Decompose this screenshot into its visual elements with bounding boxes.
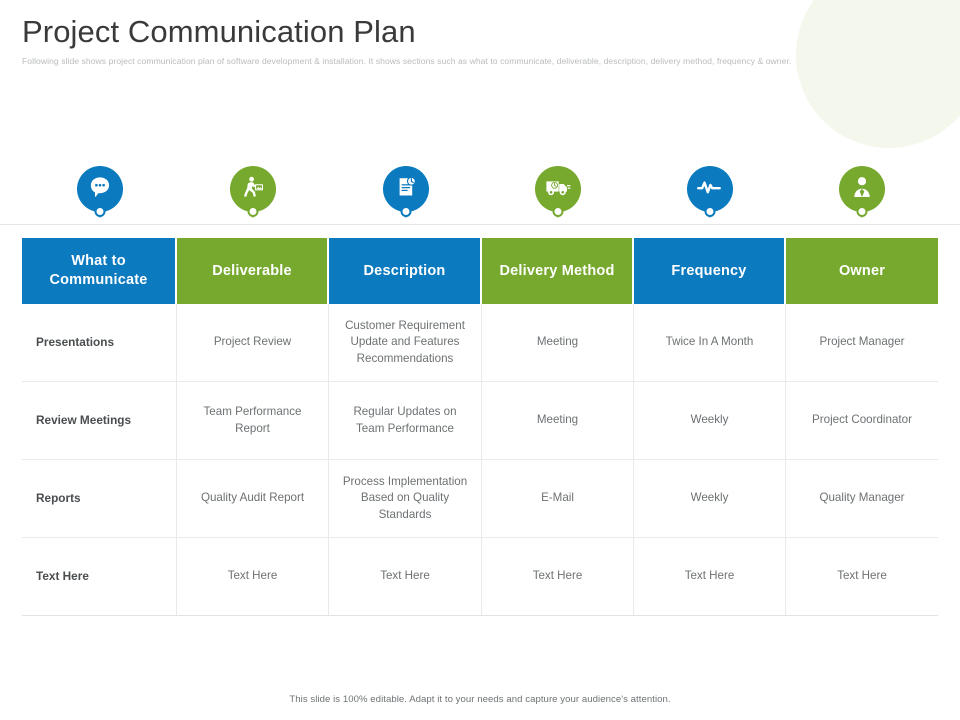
footer-note: This slide is 100% editable. Adapt it to… [289,694,671,705]
pin-description[interactable] [382,166,429,217]
speech-bubble-icon [87,174,113,205]
column-header-description[interactable]: Description [329,238,482,304]
pin-cell-frequency [634,166,786,228]
cell-frequency[interactable]: Twice In A Month [634,304,786,382]
table-row: Review Meetings Team Performance Report … [22,382,938,460]
column-header-frequency[interactable]: Frequency [634,238,786,304]
pin-what-to-communicate[interactable] [76,166,123,217]
pin-frequency[interactable] [687,166,733,217]
pin-anchor-dot [400,206,411,217]
table-row: Text Here Text Here Text Here Text Here … [22,538,938,616]
cell-delivery-method[interactable]: Meeting [482,304,634,382]
pin-cell-deliverable [177,166,329,228]
cell-owner[interactable]: Text Here [786,538,938,616]
cell-what-to-communicate[interactable]: Presentations [22,304,177,382]
delivery-truck-icon [544,173,572,206]
cell-description[interactable]: Regular Updates on Team Performance [329,382,482,460]
table-header-row: What to Communicate Deliverable Descript… [22,238,938,304]
delivery-person-icon [240,174,266,205]
cell-deliverable[interactable]: Team Performance Report [177,382,329,460]
pin-anchor-dot [247,206,259,217]
cell-frequency[interactable]: Weekly [634,460,786,538]
pulse-heartbeat-icon [696,175,724,204]
page-subtitle: Following slide shows project communicat… [22,55,792,66]
column-header-owner[interactable]: Owner [786,238,938,304]
column-header-delivery-method[interactable]: Delivery Method [482,238,634,304]
pin-cell-what-to-communicate [22,166,177,228]
table-row: Presentations Project Review Customer Re… [22,304,938,382]
column-header-what-to-communicate[interactable]: What to Communicate [22,238,177,304]
cell-description[interactable]: Text Here [329,538,482,616]
cell-delivery-method[interactable]: Meeting [482,382,634,460]
pin-anchor-dot [856,206,868,217]
pin-deliverable[interactable] [230,166,276,217]
pin-owner[interactable] [839,166,885,217]
cell-owner[interactable]: Project Manager [786,304,938,382]
pin-cell-delivery-method [482,166,634,228]
cell-delivery-method[interactable]: E-Mail [482,460,634,538]
document-clock-icon [393,174,419,205]
pin-delivery-method[interactable] [535,166,581,217]
business-person-icon [850,174,874,205]
column-header-deliverable[interactable]: Deliverable [177,238,329,304]
pin-anchor-dot [94,206,105,217]
cell-deliverable[interactable]: Text Here [177,538,329,616]
pin-anchor-dot [552,206,564,217]
cell-description[interactable]: Process Implementation Based on Quality … [329,460,482,538]
cell-owner[interactable]: Quality Manager [786,460,938,538]
cell-what-to-communicate[interactable]: Text Here [22,538,177,616]
cell-frequency[interactable]: Weekly [634,382,786,460]
cell-description[interactable]: Customer Requirement Update and Features… [329,304,482,382]
communication-plan-table-wrapper: What to Communicate Deliverable Descript… [22,238,938,616]
slide-canvas: Project Communication Plan Following sli… [0,0,960,720]
page-title: Project Communication Plan [22,14,416,49]
cell-delivery-method[interactable]: Text Here [482,538,634,616]
cell-frequency[interactable]: Text Here [634,538,786,616]
pin-cell-owner [786,166,938,228]
cell-owner[interactable]: Project Coordinator [786,382,938,460]
cell-deliverable[interactable]: Project Review [177,304,329,382]
pin-cell-description [329,166,482,228]
cell-deliverable[interactable]: Quality Audit Report [177,460,329,538]
cell-what-to-communicate[interactable]: Reports [22,460,177,538]
cell-what-to-communicate[interactable]: Review Meetings [22,382,177,460]
icon-pin-row [22,166,938,228]
communication-plan-table: What to Communicate Deliverable Descript… [22,238,938,616]
pin-anchor-dot [704,206,716,217]
slide-header: Project Communication Plan Following sli… [22,14,902,68]
table-row: Reports Quality Audit Report Process Imp… [22,460,938,538]
